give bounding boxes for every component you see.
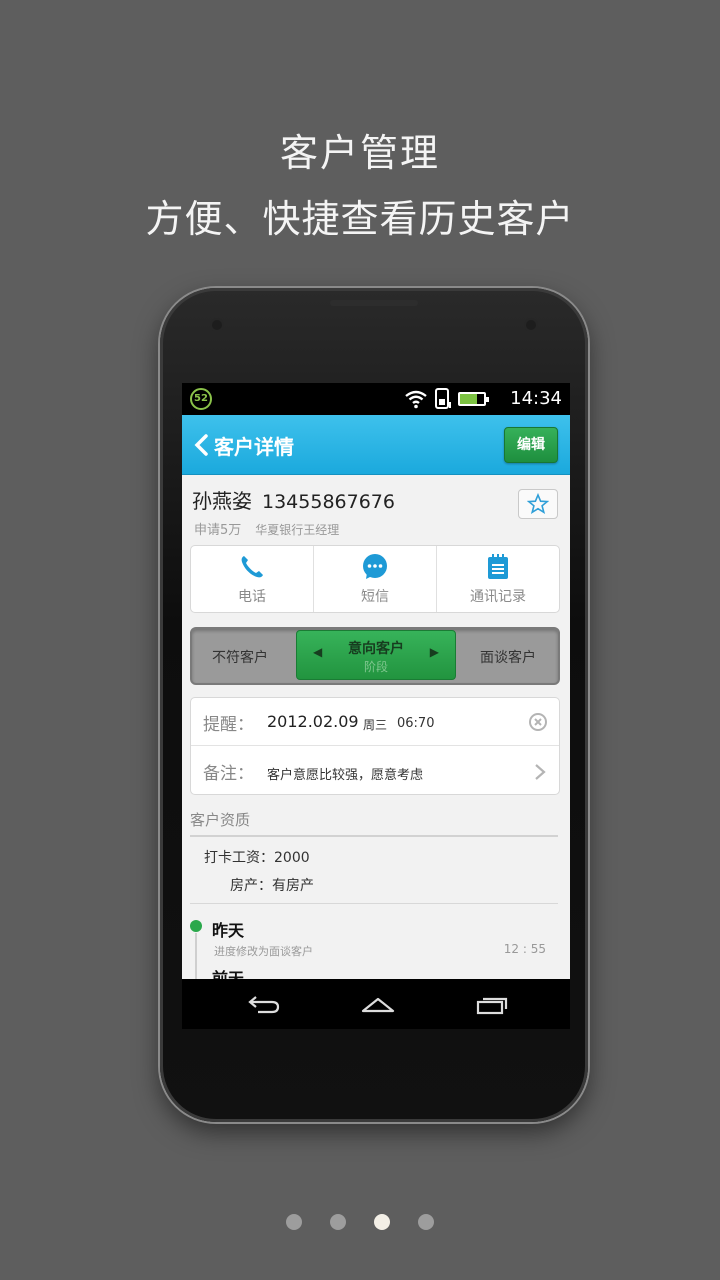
chevron-right-icon xyxy=(535,764,546,780)
page-dot[interactable] xyxy=(330,1214,346,1230)
divider xyxy=(190,903,558,904)
light-sensor xyxy=(526,320,536,330)
apply-amount: 申请5万 xyxy=(194,523,242,538)
page-dot[interactable] xyxy=(418,1214,434,1230)
reminder-row[interactable]: 提醒： 2012.02.09 周三 06:70 xyxy=(191,698,559,746)
stage-current-sub: 阶段 xyxy=(363,660,388,674)
sms-label: 短信 xyxy=(361,588,389,605)
page-title: 客户详情 xyxy=(214,435,294,459)
qualification-title: 客户资质 xyxy=(190,811,251,829)
notification-badge: 52 xyxy=(190,388,212,410)
page-dot-active[interactable] xyxy=(374,1214,390,1230)
headline-subtitle: 方便、快捷查看历史客户 xyxy=(145,197,575,241)
customer-phone: 13455867676 xyxy=(262,491,395,513)
stage-switcher: 不符客户 ◀ 意向客户 阶段 ▶ 面谈客户 xyxy=(190,627,560,685)
stage-left-arrow-icon[interactable]: ◀ xyxy=(313,645,322,659)
page-indicator xyxy=(0,1214,720,1230)
sim-icon xyxy=(435,388,451,409)
log-label: 通讯记录 xyxy=(470,588,526,605)
sms-action[interactable]: 短信 xyxy=(314,546,437,612)
note-label: 备注： xyxy=(203,764,254,784)
bank-manager: 华夏银行王经理 xyxy=(255,523,340,537)
reminder-weekday: 周三 xyxy=(363,718,388,732)
page-dot[interactable] xyxy=(286,1214,302,1230)
stage-current[interactable]: ◀ 意向客户 阶段 ▶ xyxy=(296,630,456,680)
timeline-line xyxy=(195,933,197,979)
customer-subline: 申请5万 华夏银行王经理 xyxy=(194,519,339,538)
section-divider xyxy=(190,835,558,837)
note-text: 客户意愿比较强，愿意考虑 xyxy=(267,768,424,783)
customer-name-line: 孙燕姿 13455867676 xyxy=(192,485,395,514)
headline-title: 客户管理 xyxy=(279,131,440,175)
info-card: 提醒： 2012.02.09 周三 06:70 备注： 客户意愿比较强，愿意考虑 xyxy=(190,697,560,795)
customer-detail: 孙燕姿 13455867676 申请5万 华夏银行王经理 电话 短信 通讯记录 … xyxy=(182,475,570,979)
stage-right-arrow-icon[interactable]: ▶ xyxy=(430,645,439,659)
phone-icon xyxy=(241,555,263,577)
timeline-desc: 进度修改为面谈客户 xyxy=(214,945,313,958)
back-chevron-icon[interactable] xyxy=(192,433,214,457)
reminder-label: 提醒： xyxy=(203,715,254,735)
favorite-button[interactable] xyxy=(518,489,558,519)
note-row[interactable]: 备注： 客户意愿比较强，愿意考虑 xyxy=(191,747,559,795)
stage-prev[interactable]: 不符客户 xyxy=(212,647,268,667)
home-icon[interactable] xyxy=(360,993,396,1015)
log-icon xyxy=(488,553,508,579)
wifi-icon xyxy=(405,390,427,409)
reminder-time: 06:70 xyxy=(397,716,435,731)
timeline-next-day: 前天 xyxy=(212,969,245,979)
phone-screen: 52 14:34 客户详情 编辑 孙燕姿 13455867676 申请5万 华夏… xyxy=(182,383,570,1029)
battery-icon xyxy=(458,392,489,406)
clear-icon[interactable] xyxy=(529,713,547,731)
reminder-date: 2012.02.09 xyxy=(267,712,359,731)
recent-apps-icon[interactable] xyxy=(474,993,510,1015)
nav-bar xyxy=(182,979,570,1029)
customer-name: 孙燕姿 xyxy=(192,489,252,513)
timeline-dot xyxy=(190,920,202,932)
status-bar: 52 14:34 xyxy=(182,383,570,415)
speaker-grille xyxy=(330,300,418,306)
star-icon xyxy=(527,493,549,515)
timeline-day: 昨天 xyxy=(212,921,245,940)
log-action[interactable]: 通讯记录 xyxy=(437,546,559,612)
back-icon[interactable] xyxy=(246,993,282,1015)
stage-next[interactable]: 面谈客户 xyxy=(480,647,536,667)
call-action[interactable]: 电话 xyxy=(191,546,314,612)
timeline-time: 12 : 55 xyxy=(503,942,546,956)
qualification-salary: 打卡工资：2000 xyxy=(204,850,310,866)
sms-icon xyxy=(363,553,387,579)
front-camera xyxy=(212,320,222,330)
call-label: 电话 xyxy=(238,588,266,605)
title-bar: 客户详情 编辑 xyxy=(182,415,570,475)
action-bar: 电话 短信 通讯记录 xyxy=(190,545,560,613)
clock: 14:34 xyxy=(510,388,562,409)
edit-button[interactable]: 编辑 xyxy=(504,427,558,463)
qualification-property: 房产：有房产 xyxy=(230,878,314,894)
